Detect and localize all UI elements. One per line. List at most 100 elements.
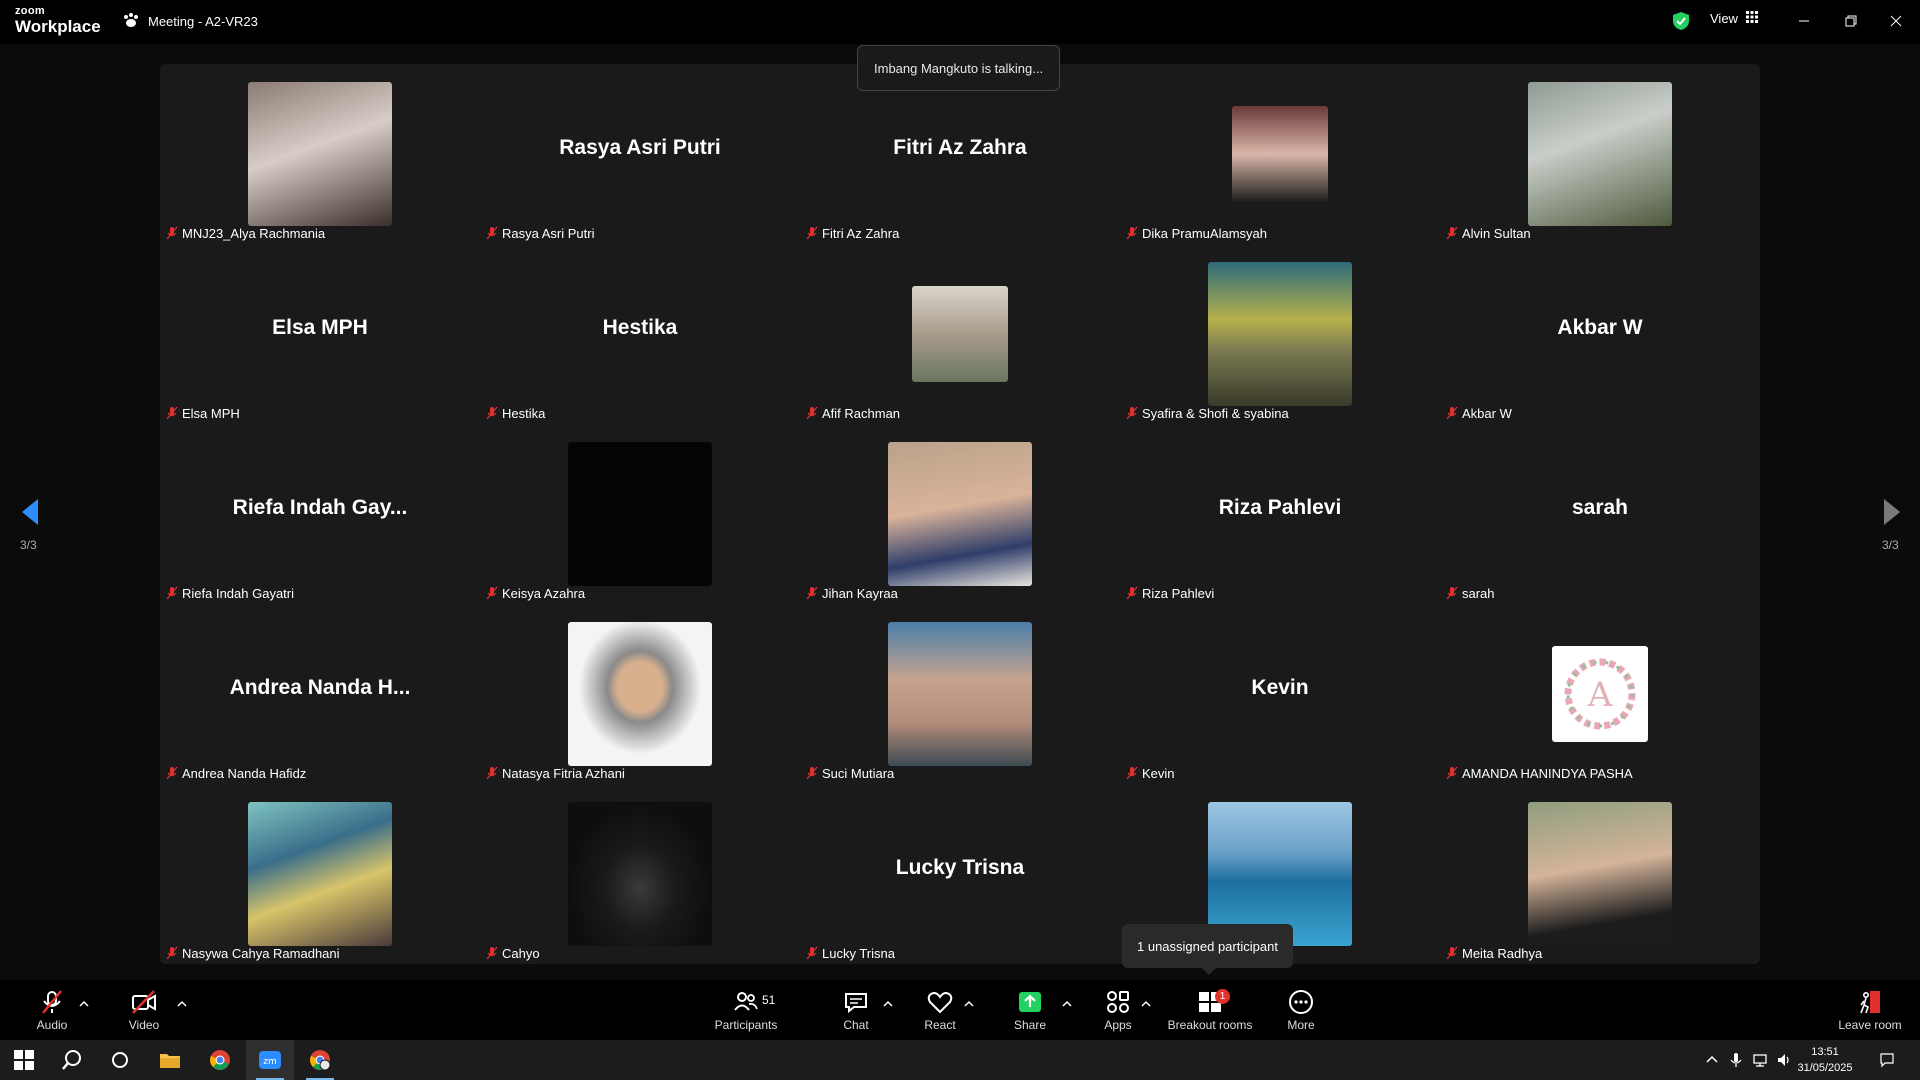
share-button[interactable]: Share	[1000, 980, 1060, 1040]
participant-tile[interactable]: Afif Rachman	[800, 244, 1120, 424]
participant-tile[interactable]: Elsa MPH Elsa MPH	[160, 244, 480, 424]
more-button[interactable]: More	[1271, 980, 1331, 1040]
notification-icon	[1880, 1053, 1894, 1068]
share-label: Share	[1013, 1017, 1047, 1032]
participant-tile[interactable]: Natasya Fitria Azhani	[480, 604, 800, 784]
security-shield-icon[interactable]	[1672, 11, 1690, 31]
participant-video	[568, 622, 712, 766]
task-view-button[interactable]	[96, 1040, 144, 1080]
next-page-arrow[interactable]	[1880, 497, 1904, 527]
participant-tile[interactable]: Cahyo	[480, 784, 800, 964]
participant-label: Alvin Sultan	[1446, 222, 1531, 244]
participant-tile[interactable]: Riza Pahlevi Riza Pahlevi	[1120, 424, 1440, 604]
participant-tile[interactable]: A AMANDA HANINDYA PASHA	[1440, 604, 1760, 784]
page-indicator-right: 3/3	[1882, 538, 1899, 552]
participant-label: Jihan Kayraa	[806, 582, 898, 604]
participant-tile[interactable]: Rasya Asri Putri Rasya Asri Putri	[480, 64, 800, 244]
chat-options-caret[interactable]	[883, 996, 893, 1007]
participant-display-name: Fitri Az Zahra	[893, 136, 1027, 159]
participant-tile[interactable]: Fitri Az Zahra Fitri Az Zahra	[800, 64, 1120, 244]
mic-muted-icon	[166, 946, 178, 960]
tray-microphone[interactable]	[1726, 1040, 1746, 1080]
participant-tile[interactable]: Kevin Kevin	[1120, 604, 1440, 784]
mic-muted-icon	[1126, 766, 1138, 780]
participant-label: Kevin	[1126, 762, 1175, 784]
audio-options-caret[interactable]	[79, 996, 89, 1007]
leave-room-label: Leave room	[1838, 1017, 1902, 1032]
view-button[interactable]: View	[1710, 11, 1758, 26]
participant-name: Alvin Sultan	[1462, 225, 1531, 241]
participant-label: Andrea Nanda Hafidz	[166, 762, 306, 784]
tray-overflow-button[interactable]	[1702, 1040, 1722, 1080]
mic-muted-icon	[806, 406, 818, 420]
participant-display-name: Akbar W	[1557, 316, 1643, 339]
apps-options-caret[interactable]	[1141, 996, 1151, 1007]
participant-tile[interactable]: Lucky Trisna Lucky Trisna	[800, 784, 1120, 964]
leave-room-button[interactable]: Leave room	[1830, 980, 1910, 1040]
react-button[interactable]: React	[910, 980, 970, 1040]
chevron-left-icon	[22, 499, 38, 525]
mic-muted-icon	[1126, 586, 1138, 600]
participant-name: Dika PramuAlamsyah	[1142, 225, 1267, 241]
brand-line1: zoom	[15, 5, 45, 17]
heart-icon	[927, 991, 953, 1013]
close-icon	[1890, 15, 1902, 27]
apps-button[interactable]: Apps	[1088, 980, 1148, 1040]
participant-name: Cahyo	[502, 945, 540, 961]
participant-tile[interactable]: Suci Mutiara	[800, 604, 1120, 784]
participant-tile[interactable]: Alvin Sultan	[1440, 64, 1760, 244]
tray-volume[interactable]	[1774, 1040, 1794, 1080]
chevron-up-icon	[1706, 1055, 1718, 1063]
action-center-button[interactable]	[1872, 1040, 1902, 1080]
participant-tile[interactable]: Keisya Azahra	[480, 424, 800, 604]
close-button[interactable]	[1876, 8, 1916, 34]
more-label: More	[1287, 1017, 1315, 1032]
participant-tile[interactable]: MNJ23_Alya Rachmania	[160, 64, 480, 244]
taskbar-chrome-profile[interactable]	[296, 1040, 344, 1080]
breakout-rooms-button[interactable]: Breakout rooms	[1160, 980, 1260, 1040]
tray-network[interactable]	[1750, 1040, 1770, 1080]
previous-page-arrow[interactable]	[18, 497, 42, 527]
participants-count: 51	[762, 993, 776, 1007]
restore-button[interactable]	[1831, 8, 1871, 34]
meeting-title: Meeting - A2-VR23	[122, 12, 258, 31]
video-options-caret[interactable]	[177, 996, 187, 1007]
participant-name: Suci Mutiara	[822, 765, 895, 781]
participant-video	[1528, 802, 1672, 946]
taskbar-chrome[interactable]	[196, 1040, 244, 1080]
audio-button[interactable]: Audio	[22, 980, 82, 1040]
participant-tile[interactable]: Dika PramuAlamsyah	[1120, 64, 1440, 244]
participant-video	[888, 622, 1032, 766]
participant-tile[interactable]: Riefa Indah Gay... Riefa Indah Gayatri	[160, 424, 480, 604]
chat-label: Chat	[843, 1017, 869, 1032]
video-button[interactable]: Video	[114, 980, 174, 1040]
participant-tile[interactable]: Syafira & Shofi & syabina	[1120, 244, 1440, 424]
share-options-caret[interactable]	[1062, 996, 1072, 1007]
taskbar-file-explorer[interactable]	[146, 1040, 194, 1080]
participant-tile[interactable]: Hestika Hestika	[480, 244, 800, 424]
participant-tile[interactable]: Andrea Nanda H... Andrea Nanda Hafidz	[160, 604, 480, 784]
participant-name: Andrea Nanda Hafidz	[182, 765, 307, 781]
participant-name: Elsa MPH	[182, 405, 240, 421]
participant-video	[248, 82, 392, 226]
participant-tile[interactable]: Akbar W Akbar W	[1440, 244, 1760, 424]
react-options-caret[interactable]	[964, 996, 974, 1007]
participant-tile[interactable]: Jihan Kayraa	[800, 424, 1120, 604]
taskbar-search-button[interactable]	[48, 1040, 96, 1080]
start-button[interactable]	[0, 1040, 48, 1080]
participant-label: AMANDA HANINDYA PASHA	[1446, 762, 1633, 784]
minimize-button[interactable]	[1784, 8, 1824, 34]
system-clock[interactable]: 13:51 31/05/2025	[1795, 1044, 1855, 1076]
participant-tile[interactable]: sarah sarah	[1440, 424, 1760, 604]
taskbar-zoom[interactable]: zm	[246, 1040, 294, 1080]
active-speaker-banner: Imbang Mangkuto is talking...	[857, 45, 1061, 91]
participant-tile[interactable]: Nasywa Cahya Ramadhani	[160, 784, 480, 964]
participants-button[interactable]: Participants	[707, 980, 785, 1040]
participant-label: Akbar W	[1446, 402, 1512, 424]
chat-button[interactable]: Chat	[826, 980, 886, 1040]
participant-label: Riza Pahlevi	[1126, 582, 1214, 604]
participant-tile[interactable]: Meita Radhya	[1440, 784, 1760, 964]
mic-muted-icon	[486, 766, 498, 780]
participant-name: Jihan Kayraa	[822, 585, 898, 601]
participant-label: Cahyo	[486, 942, 540, 964]
